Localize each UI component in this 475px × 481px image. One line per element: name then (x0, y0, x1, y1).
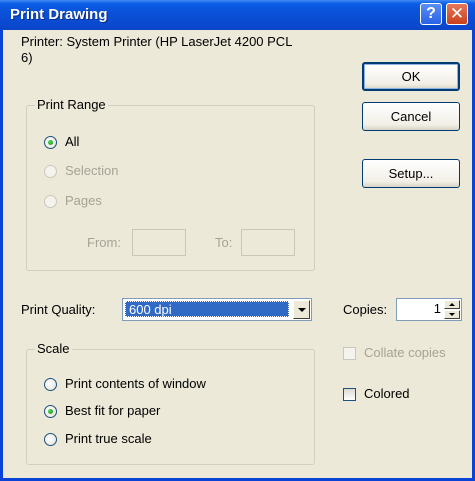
ok-button[interactable]: OK (362, 62, 460, 91)
dropdown-arrow-icon[interactable] (293, 300, 310, 319)
print-range-title: Print Range (35, 97, 108, 113)
scale-true-radio[interactable] (44, 433, 57, 446)
scale-contents-radio[interactable] (44, 378, 57, 391)
range-all-radio[interactable] (44, 136, 57, 149)
print-drawing-dialog: Print Drawing ? ✕ Printer: System Printe… (0, 0, 475, 481)
scale-true-label: Print true scale (65, 431, 152, 446)
colored-checkbox[interactable] (343, 388, 356, 401)
from-label: From: (87, 235, 121, 250)
range-selection-label: Selection (65, 163, 119, 178)
scale-contents-label: Print contents of window (65, 376, 206, 391)
dialog-title: Print Drawing (10, 6, 108, 23)
print-quality-label: Print Quality: (21, 302, 96, 317)
scale-best-fit-label: Best fit for paper (65, 403, 161, 418)
radio-selected-dot (48, 409, 53, 414)
printer-label-line1: Printer: System Printer (HP LaserJet 420… (21, 34, 293, 49)
from-input[interactable] (132, 229, 186, 256)
copies-spin-buttons (444, 300, 460, 319)
scale-best-fit-radio[interactable] (44, 405, 57, 418)
range-pages-radio[interactable] (44, 195, 57, 208)
close-icon: ✕ (449, 4, 465, 23)
scale-title: Scale (35, 341, 72, 357)
help-button[interactable]: ? (420, 3, 442, 25)
range-selection-radio[interactable] (44, 165, 57, 178)
print-quality-select[interactable]: 600 dpi (122, 298, 312, 321)
help-icon: ? (426, 5, 436, 22)
radio-selected-dot (48, 140, 53, 145)
spin-down-icon[interactable] (444, 310, 460, 319)
copies-value: 1 (433, 301, 441, 316)
range-pages-label: Pages (65, 193, 102, 208)
range-all-label: All (65, 134, 80, 149)
print-quality-value: 600 dpi (125, 301, 289, 317)
to-label: To: (215, 235, 233, 250)
copies-label: Copies: (343, 302, 388, 317)
collate-label: Collate copies (364, 345, 446, 360)
title-bar[interactable]: Print Drawing ? ✕ (0, 0, 475, 30)
close-button[interactable]: ✕ (446, 3, 468, 25)
colored-label: Colored (364, 386, 410, 401)
cancel-button[interactable]: Cancel (362, 102, 460, 131)
to-input[interactable] (241, 229, 295, 256)
spin-up-icon[interactable] (444, 300, 460, 309)
copies-spinner[interactable]: 1 (396, 298, 462, 321)
collate-checkbox[interactable] (343, 347, 356, 360)
setup-button[interactable]: Setup... (362, 159, 460, 188)
printer-label-line2: 6) (21, 50, 33, 65)
